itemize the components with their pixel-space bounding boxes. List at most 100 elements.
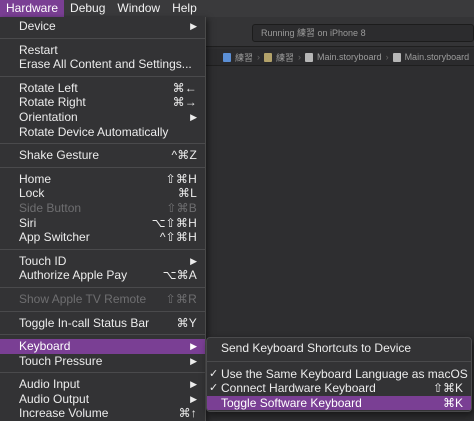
- menu-item-label: Restart: [19, 42, 58, 57]
- submenu-arrow-icon: ▶: [190, 379, 197, 390]
- menu-item-label: Lock: [19, 186, 45, 201]
- menu-item-label: Connect Hardware Keyboard: [221, 381, 376, 396]
- menu-item-erase[interactable]: Erase All Content and Settings...: [0, 57, 205, 72]
- menu-item-label: Touch ID: [19, 253, 67, 268]
- menu-item-keyboard[interactable]: Keyboard ▶: [0, 339, 205, 354]
- menu-separator: [0, 334, 205, 336]
- menu-separator: [0, 310, 205, 312]
- menu-item-label: Side Button: [19, 200, 82, 215]
- menu-item-label: Orientation: [19, 109, 78, 124]
- jump-bar-scene[interactable]: Main.storyboard: [405, 52, 470, 62]
- shortcut: ⌥⌘A: [162, 268, 197, 283]
- jump-bar-project[interactable]: 練習: [235, 51, 253, 64]
- submenu-arrow-icon: ▶: [190, 393, 197, 404]
- menu-item-label: Authorize Apple Pay: [19, 268, 128, 283]
- shortcut: ⌘L: [177, 186, 197, 201]
- storyboard-icon: [305, 52, 314, 62]
- menu-item-label: Rotate Right: [19, 95, 86, 110]
- checkmark-icon: ✓: [209, 367, 219, 380]
- menu-item-apple-pay[interactable]: Authorize Apple Pay ⌥⌘A: [0, 268, 205, 283]
- submenu-arrow-icon: ▶: [190, 21, 197, 31]
- submenu-item-connect-hardware[interactable]: ✓ Connect Hardware Keyboard ⇧⌘K: [207, 381, 471, 396]
- menu-item-label: App Switcher: [19, 230, 90, 245]
- menu-item-label: Increase Volume: [19, 406, 109, 421]
- shortcut: ⇧⌘H: [165, 171, 197, 186]
- menu-item-home[interactable]: Home ⇧⌘H: [0, 172, 205, 187]
- jump-bar: 練習 › 練習 › Main.storyboard › Main.storybo…: [205, 49, 474, 66]
- hardware-menu: Device ▶ Restart Erase All Content and S…: [0, 17, 206, 421]
- menu-item-increase-volume[interactable]: Increase Volume ⌘↑: [0, 406, 205, 421]
- shortcut: ⌥⇧⌘H: [151, 215, 197, 230]
- menu-item-rotate-right[interactable]: Rotate Right ⌘→: [0, 95, 205, 110]
- menu-item-label: Use the Same Keyboard Language as macOS: [221, 366, 468, 381]
- storyboard-icon: [392, 52, 401, 62]
- menu-item-lock[interactable]: Lock ⌘L: [0, 186, 205, 201]
- menu-separator: [0, 37, 205, 39]
- menu-item-label: Keyboard: [19, 339, 71, 354]
- menu-item-label: Rotate Device Automatically: [19, 124, 169, 139]
- submenu-arrow-icon: ▶: [190, 341, 197, 352]
- submenu-item-toggle-software[interactable]: Toggle Software Keyboard ⌘K: [207, 395, 471, 411]
- menu-item-label: Audio Input: [19, 377, 80, 392]
- menu-separator: [0, 248, 205, 250]
- folder-icon: [264, 52, 273, 62]
- menu-item-rotate-left[interactable]: Rotate Left ⌘←: [0, 81, 205, 96]
- shortcut: ⇧⌘K: [432, 381, 463, 396]
- menu-item-label: Touch Pressure: [19, 353, 103, 368]
- shortcut: ⇧⌘B: [166, 200, 197, 215]
- menu-item-shake[interactable]: Shake Gesture ^⌘Z: [0, 148, 205, 163]
- menu-item-label: Rotate Left: [19, 80, 78, 95]
- menu-separator: [0, 372, 205, 374]
- shortcut: ⇧⌘R: [165, 291, 197, 306]
- shortcut: ⌘Y: [176, 315, 197, 330]
- submenu-item-same-language[interactable]: ✓ Use the Same Keyboard Language as macO…: [207, 367, 471, 382]
- menu-item-restart[interactable]: Restart: [0, 43, 205, 58]
- shortcut: ⌘←: [172, 80, 197, 95]
- menu-item-status-bar[interactable]: Toggle In-call Status Bar ⌘Y: [0, 316, 205, 331]
- menu-item-side-button: Side Button ⇧⌘B: [0, 201, 205, 216]
- menu-window[interactable]: Window: [111, 0, 166, 17]
- menu-item-touch-id[interactable]: Touch ID ▶: [0, 254, 205, 269]
- checkmark-icon: ✓: [209, 382, 219, 395]
- menu-separator: [207, 360, 471, 362]
- menu-separator: [0, 75, 205, 77]
- submenu-arrow-icon: ▶: [190, 355, 197, 366]
- menu-item-rotate-auto[interactable]: Rotate Device Automatically: [0, 125, 205, 140]
- submenu-arrow-icon: ▶: [190, 111, 197, 122]
- submenu-item-send-shortcuts[interactable]: Send Keyboard Shortcuts to Device: [207, 341, 471, 356]
- project-file-icon: [223, 52, 231, 62]
- menu-item-label: Device: [19, 19, 56, 33]
- menu-item-audio-input[interactable]: Audio Input ▶: [0, 377, 205, 392]
- menu-item-touch-pressure[interactable]: Touch Pressure ▶: [0, 354, 205, 369]
- menu-item-app-switcher[interactable]: App Switcher ^⇧⌘H: [0, 230, 205, 245]
- menu-item-label: Show Apple TV Remote: [19, 291, 147, 306]
- menu-item-device[interactable]: Device ▶: [0, 19, 205, 34]
- keyboard-submenu: Send Keyboard Shortcuts to Device ✓ Use …: [206, 337, 472, 412]
- menu-separator: [0, 286, 205, 288]
- menu-item-apple-tv-remote: Show Apple TV Remote ⇧⌘R: [0, 292, 205, 307]
- jump-bar-file[interactable]: Main.storyboard: [317, 52, 382, 62]
- menu-debug[interactable]: Debug: [64, 0, 111, 17]
- chevron-right-icon: ›: [385, 52, 389, 62]
- menu-separator: [0, 166, 205, 168]
- menu-item-label: Toggle Software Keyboard: [221, 395, 362, 410]
- menu-hardware[interactable]: Hardware: [0, 0, 65, 17]
- menu-separator: [0, 143, 205, 145]
- jump-bar-group[interactable]: 練習: [276, 51, 294, 64]
- menu-item-audio-output[interactable]: Audio Output ▶: [0, 392, 205, 407]
- menu-item-siri[interactable]: Siri ⌥⇧⌘H: [0, 216, 205, 231]
- menu-item-orientation[interactable]: Orientation ▶: [0, 110, 205, 125]
- shortcut: ^⌘Z: [171, 148, 197, 163]
- shortcut: ⌘↑: [178, 406, 197, 421]
- shortcut: ⌘→: [172, 95, 197, 110]
- menu-item-label: Send Keyboard Shortcuts to Device: [221, 341, 412, 355]
- menu-bar: Hardware Debug Window Help: [0, 0, 474, 17]
- menu-item-label: Home: [19, 171, 52, 186]
- shortcut: ^⇧⌘H: [159, 230, 197, 245]
- menu-help[interactable]: Help: [166, 0, 203, 17]
- submenu-arrow-icon: ▶: [190, 255, 197, 266]
- shortcut: ⌘K: [442, 395, 463, 410]
- chevron-right-icon: ›: [298, 52, 302, 62]
- menu-item-label: Shake Gesture: [19, 148, 100, 163]
- menu-item-label: Erase All Content and Settings...: [19, 57, 192, 72]
